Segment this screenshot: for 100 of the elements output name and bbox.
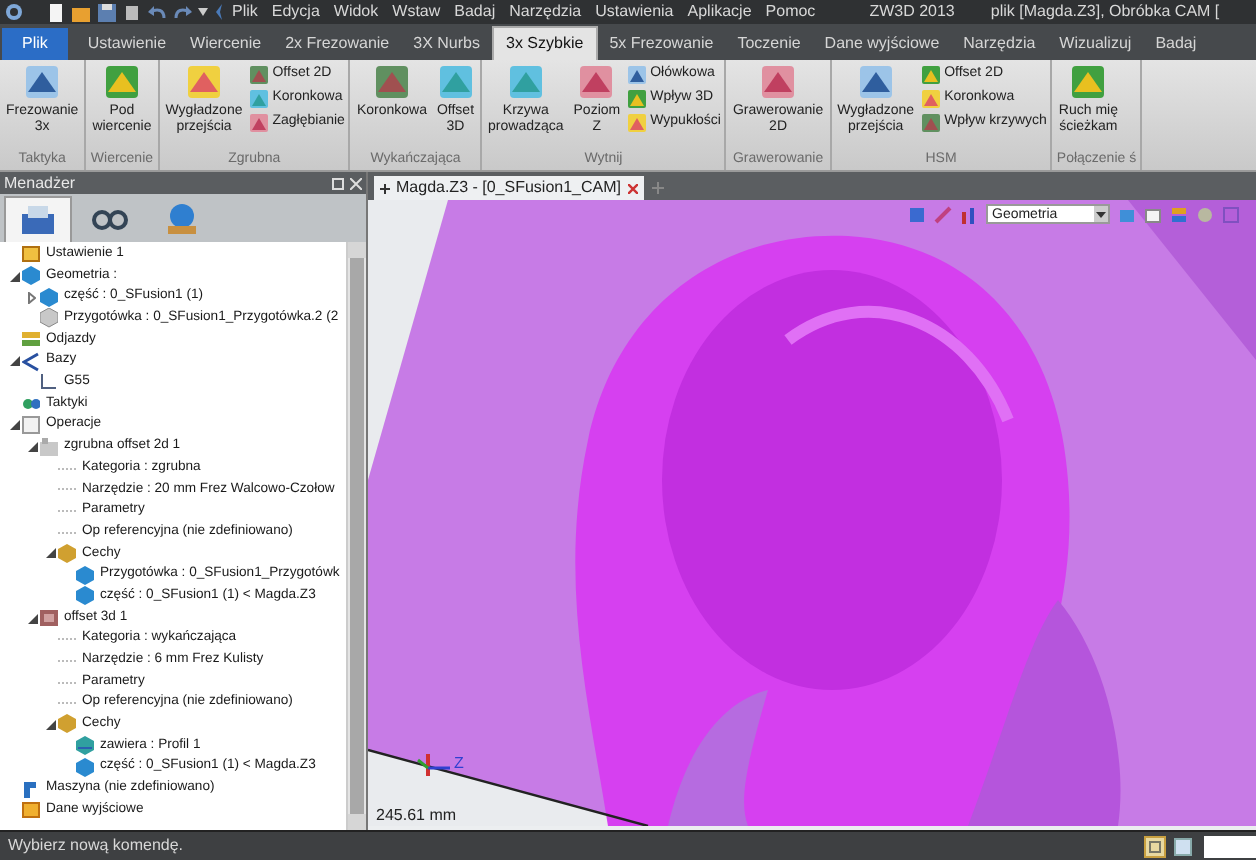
collapse-arrow-icon[interactable] xyxy=(45,548,55,559)
close-icon[interactable] xyxy=(627,183,637,193)
tool-icon xyxy=(250,89,269,107)
collapse-arrow-icon[interactable] xyxy=(9,420,19,431)
document-tab[interactable]: Magda.Z3 - [0_SFusion1_CAM] xyxy=(374,176,643,200)
cube-icon xyxy=(76,757,94,778)
tool-icon xyxy=(760,64,797,100)
ribbon-tab[interactable]: Plik xyxy=(2,28,68,60)
feature-icon xyxy=(58,714,76,735)
collapse-arrow-icon[interactable] xyxy=(9,356,19,367)
tool-icon xyxy=(922,89,941,107)
ribbon-tab[interactable]: 3x Szybkie xyxy=(492,26,598,60)
plus-icon xyxy=(380,183,390,193)
tree-line-icon xyxy=(58,681,78,684)
glasses-icon xyxy=(92,209,128,229)
tree-line-icon xyxy=(58,531,78,534)
output-icon xyxy=(22,800,40,821)
app-logo-icon[interactable] xyxy=(4,2,24,22)
ribbon-tab[interactable]: Wizualizuj xyxy=(1047,28,1144,60)
collapse-arrow-icon[interactable] xyxy=(27,613,37,624)
machine-tab-icon xyxy=(22,206,54,234)
expand-arrow-icon[interactable] xyxy=(28,291,36,304)
ribbon-tab[interactable]: 3X Nurbs xyxy=(401,28,492,60)
tree-line-icon xyxy=(58,659,78,662)
grid-icon[interactable] xyxy=(1144,835,1166,857)
folder-icon xyxy=(22,415,40,436)
new-file-icon[interactable] xyxy=(48,3,64,21)
tool-icon xyxy=(922,65,941,83)
ribbon-tab[interactable]: Wiercenie xyxy=(178,28,274,60)
ribbon-tab[interactable]: Dane wyjściowe xyxy=(812,28,952,60)
ribbon-tab[interactable]: Ustawienie xyxy=(75,28,179,60)
menu-item[interactable]: Wstaw xyxy=(392,4,441,20)
cube-icon xyxy=(40,287,58,308)
tool-icon xyxy=(507,64,544,100)
folder-icon[interactable] xyxy=(72,3,90,21)
scrollbar[interactable] xyxy=(346,242,366,830)
ribbon-tab[interactable]: Badaj xyxy=(1143,28,1209,60)
globe-icon xyxy=(168,204,196,234)
feature-icon xyxy=(58,543,76,564)
tree-line-icon xyxy=(58,638,78,641)
undo-icon[interactable] xyxy=(148,5,166,19)
menu-item[interactable]: Widok xyxy=(333,4,379,20)
caret-icon xyxy=(1096,211,1106,217)
tree-line-icon xyxy=(58,510,78,513)
collapse-arrow-icon[interactable] xyxy=(45,719,55,730)
status-message: Wybierz nową komendę. xyxy=(6,838,186,854)
axis-label: Z xyxy=(454,756,464,772)
tool-icon xyxy=(250,113,269,131)
save-icon[interactable] xyxy=(98,3,116,21)
tool-icon xyxy=(628,65,647,83)
input-field[interactable] xyxy=(1204,835,1256,857)
tool-icon xyxy=(250,65,269,83)
operation-icon xyxy=(40,608,58,629)
cube-icon xyxy=(40,308,58,329)
tool-icon xyxy=(628,89,647,107)
panel-tab[interactable] xyxy=(4,196,72,242)
layers-icon xyxy=(22,330,40,351)
print-icon[interactable] xyxy=(124,3,140,21)
cube-icon xyxy=(22,266,40,287)
menu-item[interactable]: Aplikacje xyxy=(687,4,752,20)
ribbon-tab[interactable]: 5x Frezowanie xyxy=(597,28,726,60)
tool-icon xyxy=(437,64,474,100)
redo-icon[interactable] xyxy=(174,5,192,19)
tree-line-icon xyxy=(58,702,78,705)
chart-icon[interactable] xyxy=(960,205,978,223)
menu-item[interactable]: Plik xyxy=(232,4,258,20)
tool-icon xyxy=(1070,64,1107,100)
menu-item[interactable]: Narzędzia xyxy=(509,4,582,20)
tree-line-icon xyxy=(58,467,78,470)
collapse-arrow-icon[interactable] xyxy=(9,271,19,282)
menu-item[interactable]: Ustawienia xyxy=(595,4,674,20)
scale-label: 245.61 mm xyxy=(376,808,457,824)
menu-item[interactable]: Badaj xyxy=(454,4,496,20)
tool-icon xyxy=(186,64,222,100)
tool-icon xyxy=(857,64,894,100)
box-icon xyxy=(22,244,40,265)
tool-icon xyxy=(922,113,941,131)
ribbon-tab[interactable]: 2x Frezowanie xyxy=(273,28,402,60)
cube-icon xyxy=(76,586,94,607)
profile-icon xyxy=(76,736,94,757)
ribbon-tab[interactable]: Narzędzia xyxy=(951,28,1048,60)
tool-icon xyxy=(628,113,647,131)
window-title: plik [Magda.Z3], Obróbka CAM [ xyxy=(990,4,1220,20)
axis-triad-icon xyxy=(416,750,452,778)
frame-icon xyxy=(22,351,40,372)
tool-icon xyxy=(578,64,615,100)
ribbon-tab[interactable]: Toczenie xyxy=(725,28,813,60)
frame-icon xyxy=(40,372,58,393)
tactic-icon xyxy=(22,394,40,415)
collapse-arrow-icon[interactable] xyxy=(27,442,37,453)
menu-item[interactable]: Edycja xyxy=(271,4,320,20)
menu-item[interactable]: Pomoc xyxy=(765,4,816,20)
restore-icon[interactable] xyxy=(332,177,344,189)
tool-icon xyxy=(103,64,140,100)
cube-icon xyxy=(76,565,94,586)
caret-icon[interactable] xyxy=(198,8,208,16)
window-icon[interactable] xyxy=(1174,837,1192,855)
tree-line-icon xyxy=(58,488,78,491)
tool-icon xyxy=(24,64,61,100)
app-title: ZW3D 2013 xyxy=(869,4,955,20)
